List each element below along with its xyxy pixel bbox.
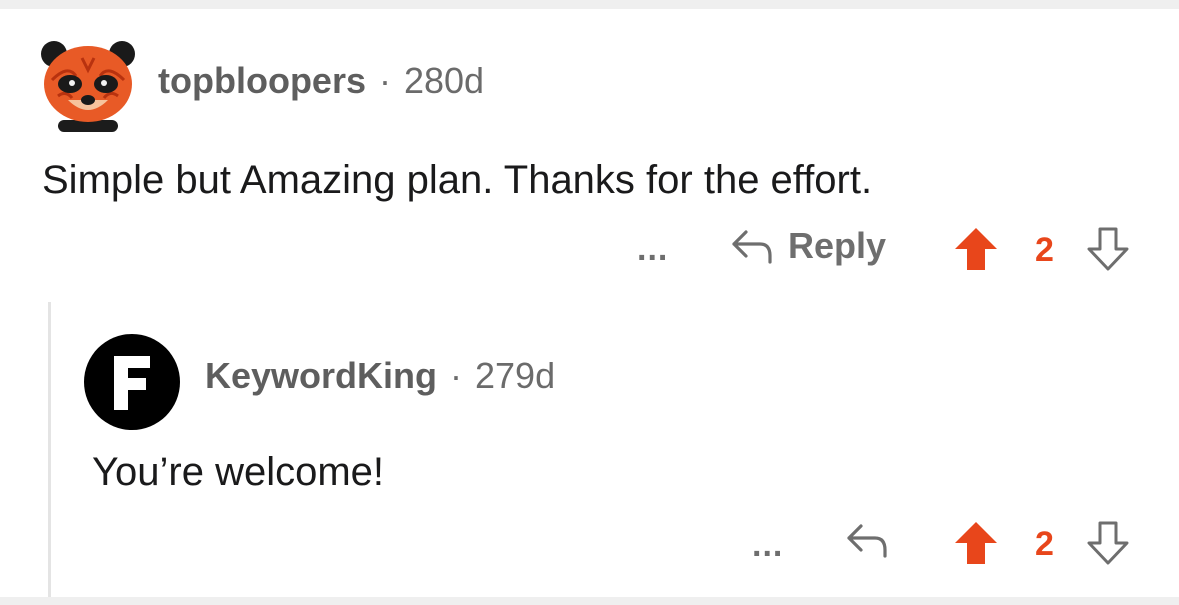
- vote-score: 2: [1035, 525, 1054, 563]
- comment-body: Simple but Amazing plan. Thanks for the …: [42, 158, 873, 202]
- upvote-arrow-icon[interactable]: [953, 520, 999, 566]
- reply-button[interactable]: Reply: [730, 226, 886, 266]
- vote-score: 2: [1035, 231, 1054, 269]
- meta-separator: ·: [450, 355, 463, 396]
- username-link[interactable]: KeywordKing: [205, 355, 437, 397]
- letter-f-avatar-icon[interactable]: [84, 334, 180, 430]
- username-link[interactable]: topbloopers: [158, 60, 366, 102]
- reply-arrow-icon: [732, 230, 772, 264]
- upvote-arrow-icon[interactable]: [953, 226, 999, 272]
- more-options-button[interactable]: ...: [752, 528, 783, 562]
- comment-age: 279d: [475, 355, 556, 396]
- comment-age: 280d: [403, 60, 485, 101]
- comment-meta: topbloopers · 280d: [158, 60, 484, 102]
- downvote-arrow-icon[interactable]: [1085, 226, 1131, 272]
- top-divider: [0, 0, 1179, 9]
- bottom-divider: [0, 597, 1179, 605]
- meta-separator: ·: [378, 60, 391, 101]
- downvote-arrow-icon[interactable]: [1085, 520, 1131, 566]
- panda-avatar-icon[interactable]: [38, 40, 138, 132]
- comment-meta: KeywordKing · 279d: [205, 355, 555, 397]
- comment-body: You’re welcome!: [92, 450, 385, 494]
- reply-label: Reply: [788, 225, 887, 266]
- thread-line[interactable]: [48, 302, 51, 597]
- more-options-button[interactable]: ...: [637, 232, 668, 266]
- reply-arrow-icon[interactable]: [845, 520, 889, 560]
